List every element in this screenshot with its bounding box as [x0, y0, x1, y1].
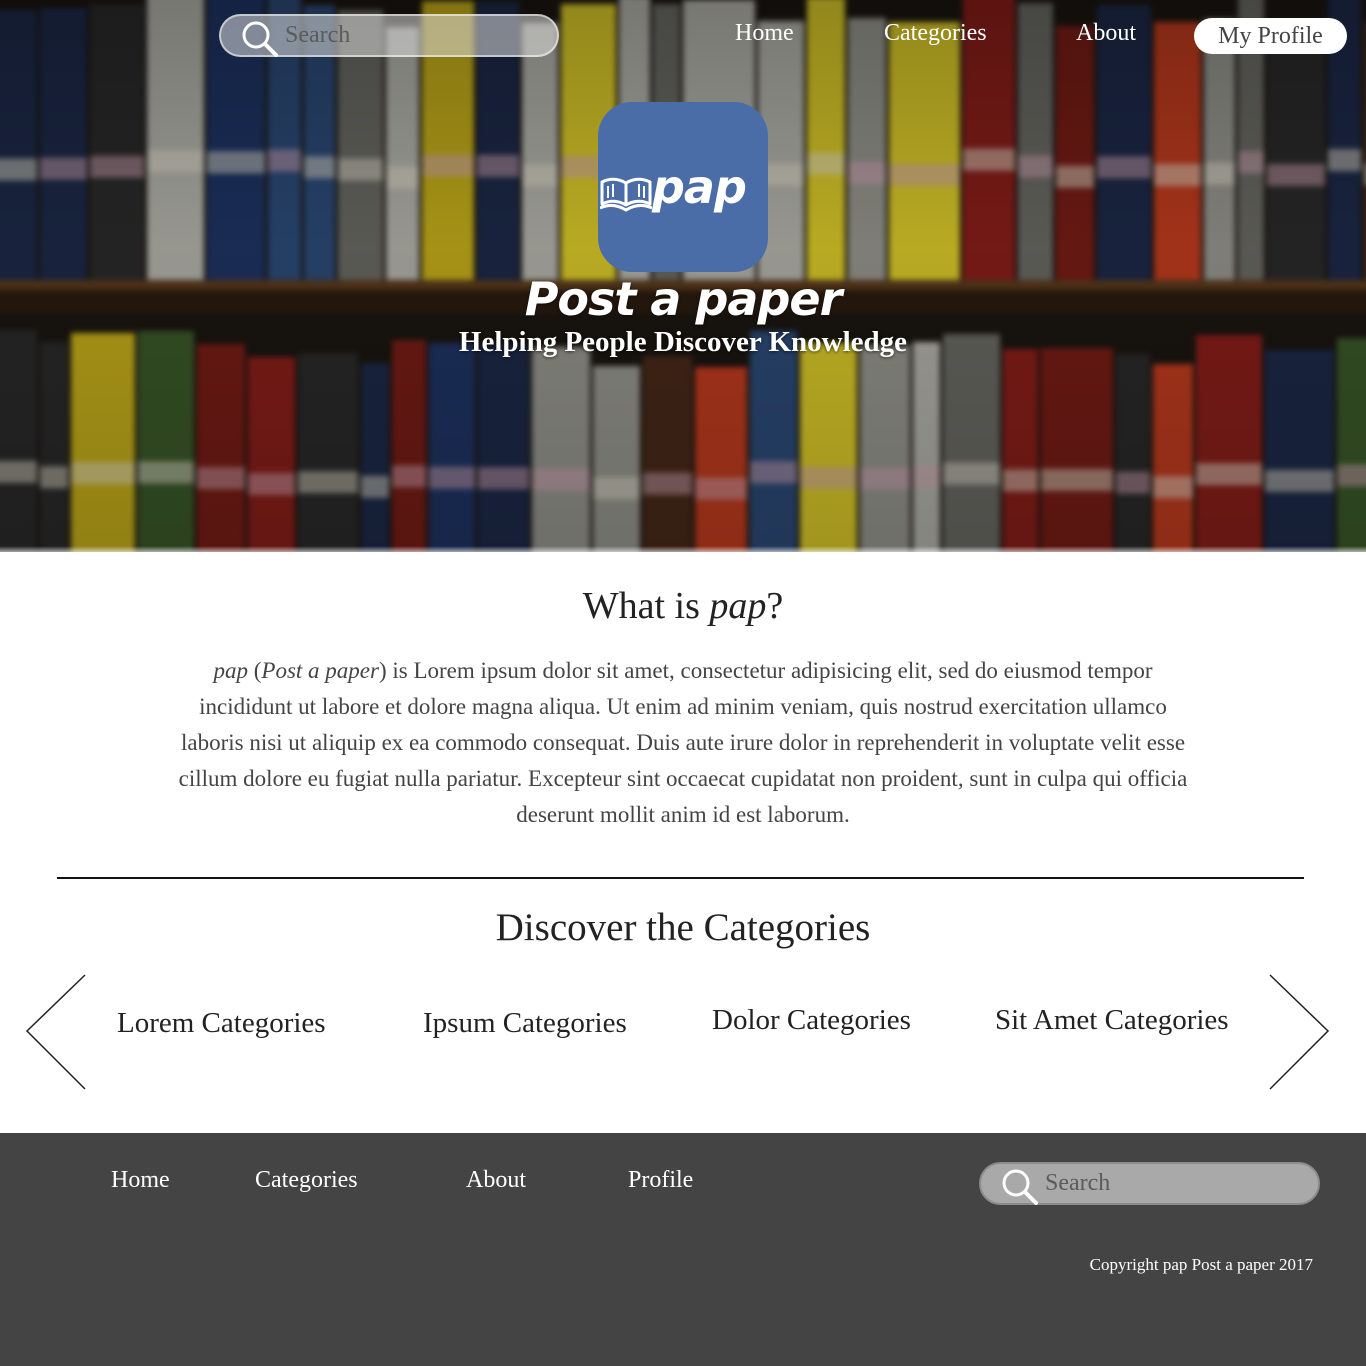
carousel-prev-arrow-icon[interactable]: [25, 974, 87, 1090]
category-item-sit-amet[interactable]: Sit Amet Categories: [995, 1004, 1229, 1037]
search-icon[interactable]: [1001, 1168, 1039, 1206]
site-footer: Home Categories About Profile Copyright …: [0, 1133, 1366, 1366]
about-lead-brand: pap: [213, 658, 248, 683]
about-description: pap (Post a paper) is Lorem ipsum dolor …: [178, 658, 1188, 827]
about-lead-fullname: Post a paper: [261, 658, 379, 683]
hero-banner: Home Categories About My Profile pap Pos…: [0, 0, 1366, 552]
copyright-text: Copyright pap Post a paper 2017: [1089, 1255, 1313, 1274]
footer-search-bar[interactable]: [979, 1162, 1320, 1205]
header-search-input[interactable]: [285, 16, 545, 55]
category-item-lorem[interactable]: Lorem Categories: [117, 1007, 326, 1040]
search-icon[interactable]: [241, 20, 279, 58]
nav-about-link[interactable]: About: [1076, 20, 1136, 47]
logo-wordmark: pap: [652, 160, 747, 214]
my-profile-button[interactable]: My Profile: [1194, 18, 1347, 54]
categories-heading: Discover the Categories: [495, 906, 871, 949]
footer-profile-link[interactable]: Profile: [628, 1167, 693, 1194]
footer-home-link[interactable]: Home: [111, 1167, 170, 1194]
pap-logo: pap: [598, 102, 768, 272]
site-tagline: Helping People Discover Knowledge: [458, 326, 908, 358]
footer-categories-link[interactable]: Categories: [255, 1167, 358, 1194]
footer-about-link[interactable]: About: [466, 1167, 526, 1194]
about-heading-prefix: What is: [582, 585, 710, 627]
header-search-bar[interactable]: [219, 14, 559, 57]
section-divider: [57, 877, 1304, 879]
category-item-dolor[interactable]: Dolor Categories: [712, 1004, 911, 1037]
about-heading-suffix: ?: [766, 585, 784, 627]
about-heading-brand: pap: [709, 585, 767, 627]
carousel-next-arrow-icon[interactable]: [1268, 974, 1330, 1090]
about-heading: What is pap?: [0, 584, 1366, 628]
open-book-icon: [599, 174, 653, 212]
hero-bottom-fade: [0, 546, 1366, 552]
nav-categories-link[interactable]: Categories: [884, 20, 987, 47]
site-brand-name: Post a paper: [524, 272, 843, 326]
category-item-ipsum[interactable]: Ipsum Categories: [423, 1007, 627, 1040]
nav-home-link[interactable]: Home: [735, 20, 794, 47]
about-body-text: ) is Lorem ipsum dolor sit amet, consect…: [178, 658, 1188, 827]
footer-search-input[interactable]: [1045, 1164, 1305, 1203]
